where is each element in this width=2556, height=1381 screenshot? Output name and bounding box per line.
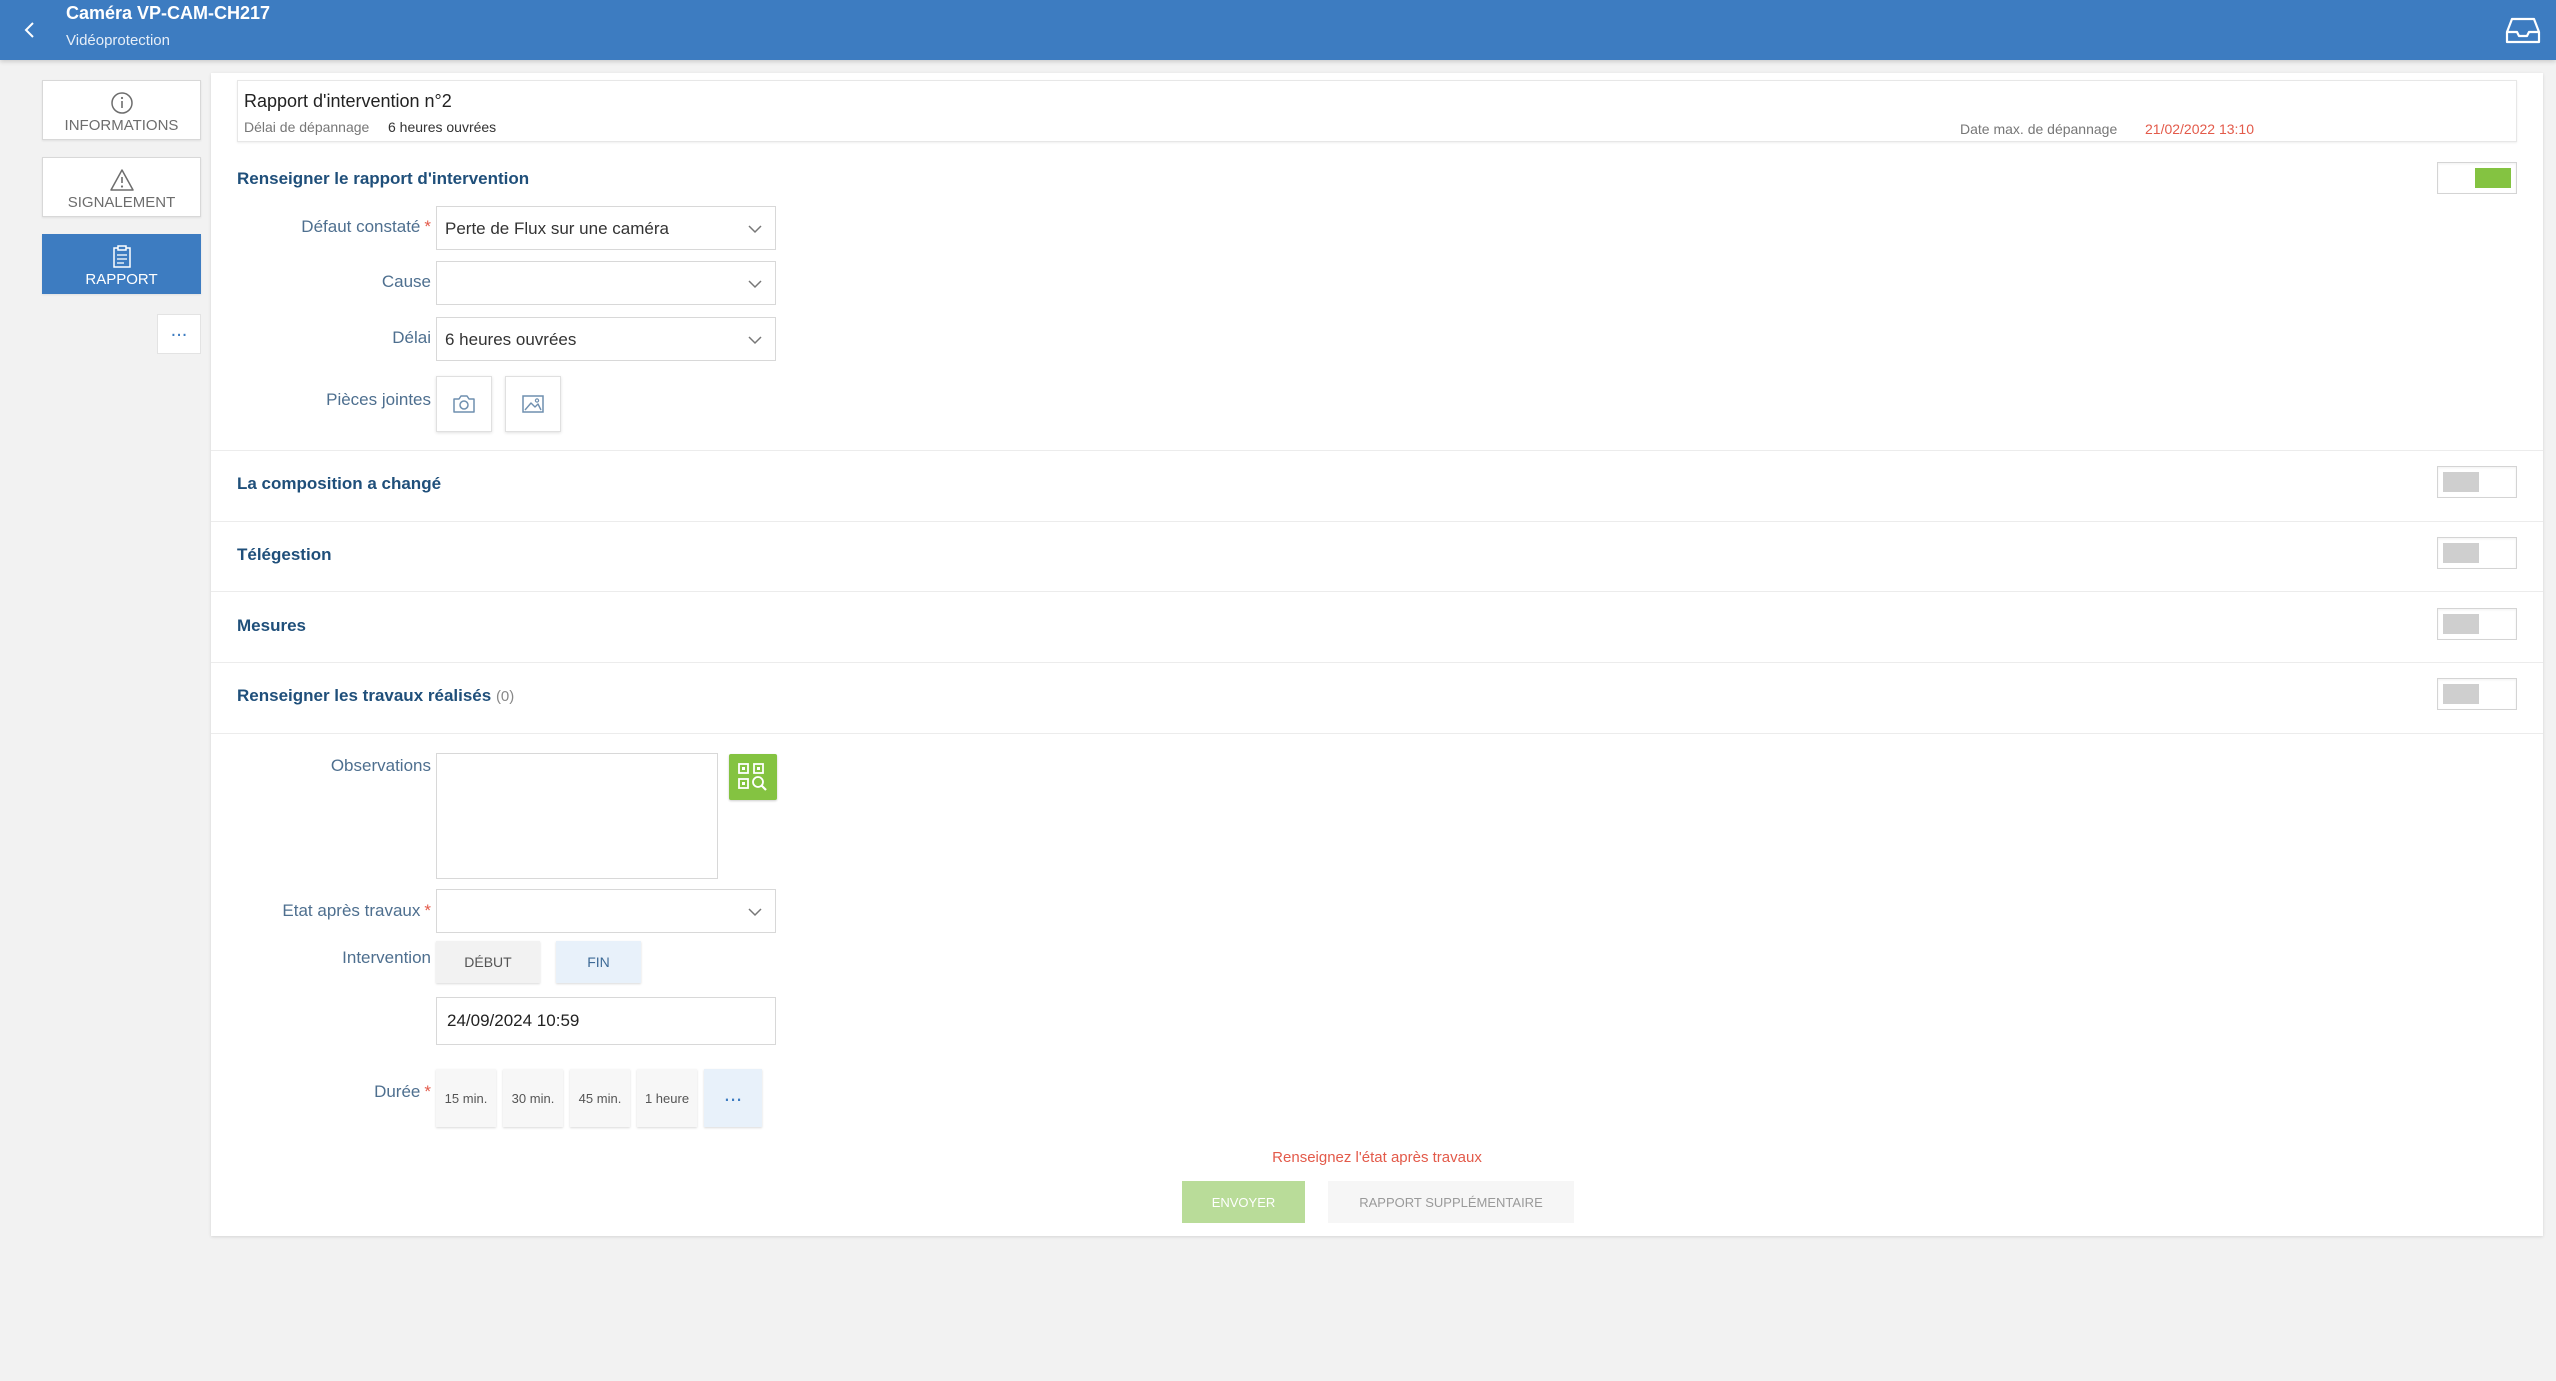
- camera-attach-button[interactable]: [436, 376, 492, 432]
- cause-select[interactable]: [436, 261, 776, 305]
- duration-30-button[interactable]: 30 min.: [503, 1069, 563, 1127]
- etat-label-text: Etat après travaux: [282, 901, 421, 920]
- chevron-left-icon: [24, 22, 34, 38]
- camera-icon: [453, 395, 475, 413]
- duration-more-button[interactable]: ...: [704, 1069, 762, 1127]
- nav-signalement-label: SIGNALEMENT: [67, 194, 176, 211]
- qr-scan-button[interactable]: [729, 754, 777, 800]
- defaut-select[interactable]: Perte de Flux sur une caméra: [436, 206, 776, 250]
- travaux-count: (0): [495, 688, 515, 705]
- delay-value: 6 heures ouvrées: [388, 119, 497, 135]
- section-fill-report-title: Renseigner le rapport d'intervention: [237, 169, 530, 188]
- qr-search-icon: [738, 763, 767, 791]
- page-title: Caméra VP-CAM-CH217: [66, 3, 271, 23]
- duration-15-button[interactable]: 15 min.: [436, 1069, 496, 1127]
- max-date-value: 21/02/2022 13:10: [2145, 121, 2254, 137]
- nav-informations[interactable]: INFORMATIONS: [42, 80, 201, 140]
- travaux-toggle[interactable]: [2437, 678, 2517, 710]
- validation-error-message: Renseignez l'état après travaux: [1272, 1149, 1482, 1166]
- toggle-knob: [2475, 168, 2511, 188]
- chevron-down-icon: [748, 336, 762, 345]
- divider: [211, 662, 2543, 663]
- pieces-label: Pièces jointes: [326, 390, 431, 409]
- defaut-value: Perte de Flux sur une caméra: [445, 219, 669, 238]
- warning-icon: [109, 169, 134, 191]
- delai-value: 6 heures ouvrées: [445, 330, 577, 349]
- report-panel: Rapport d'intervention n°2 Délai de dépa…: [211, 73, 2543, 1236]
- chevron-down-icon: [748, 908, 762, 917]
- intervention-datetime-value: 24/09/2024 10:59: [447, 1011, 580, 1030]
- section-composition-title: La composition a changé: [237, 474, 442, 493]
- delai-label: Délai: [392, 328, 431, 347]
- intervention-start-button[interactable]: DÉBUT: [436, 941, 540, 983]
- intervention-label: Intervention: [342, 948, 431, 967]
- nav-rapport-label: RAPPORT: [85, 271, 158, 288]
- toggle-knob: [2443, 472, 2479, 492]
- image-attach-button[interactable]: [505, 376, 561, 432]
- section-travaux-title: Renseigner les travaux réalisés (0): [237, 686, 514, 706]
- duree-label: Durée *: [211, 1082, 431, 1102]
- chevron-down-icon: [748, 280, 762, 289]
- telegestion-toggle[interactable]: [2437, 537, 2517, 569]
- required-mark: *: [424, 901, 431, 920]
- app-header: Caméra VP-CAM-CH217 Vidéoprotection: [0, 0, 2556, 60]
- nav-more-button[interactable]: ...: [157, 314, 201, 354]
- observations-label: Observations: [330, 756, 431, 775]
- observations-textarea[interactable]: [436, 753, 718, 879]
- defaut-label-text: Défaut constaté: [301, 217, 421, 236]
- send-button[interactable]: ENVOYER: [1182, 1181, 1305, 1223]
- toggle-knob: [2443, 684, 2479, 704]
- max-date-label: Date max. de dépannage: [1960, 121, 2118, 137]
- composition-toggle[interactable]: [2437, 466, 2517, 498]
- nav-rapport[interactable]: RAPPORT: [42, 234, 201, 294]
- duration-60-button[interactable]: 1 heure: [637, 1069, 697, 1127]
- back-button[interactable]: [14, 14, 46, 46]
- clipboard-icon: [112, 245, 131, 268]
- toggle-knob: [2443, 614, 2479, 634]
- defaut-label: Défaut constaté *: [211, 217, 431, 237]
- inbox-icon: [2505, 17, 2541, 44]
- duree-label-text: Durée: [374, 1082, 421, 1101]
- divider: [211, 733, 2543, 734]
- divider: [211, 521, 2543, 522]
- inbox-button[interactable]: [2504, 12, 2542, 48]
- extra-report-button[interactable]: RAPPORT SUPPLÉMENTAIRE: [1328, 1181, 1574, 1223]
- delay-label: Délai de dépannage: [244, 119, 370, 135]
- delai-select[interactable]: 6 heures ouvrées: [436, 317, 776, 361]
- etat-label: Etat après travaux *: [211, 901, 431, 921]
- divider: [211, 450, 2543, 451]
- chevron-down-icon: [748, 225, 762, 234]
- report-header-card: Rapport d'intervention n°2 Délai de dépa…: [237, 80, 2517, 142]
- required-mark: *: [424, 1082, 431, 1101]
- toggle-knob: [2443, 543, 2479, 563]
- mesures-toggle[interactable]: [2437, 608, 2517, 640]
- duration-45-button[interactable]: 45 min.: [570, 1069, 630, 1127]
- cause-label: Cause: [381, 272, 431, 291]
- divider: [211, 591, 2543, 592]
- fill-report-toggle[interactable]: [2437, 162, 2517, 194]
- required-mark: *: [424, 217, 431, 236]
- info-icon: [110, 92, 133, 114]
- image-icon: [522, 395, 544, 413]
- nav-signalement[interactable]: SIGNALEMENT: [42, 157, 201, 217]
- section-telegestion-title: Télégestion: [237, 545, 332, 564]
- intervention-datetime-input[interactable]: 24/09/2024 10:59: [436, 997, 776, 1045]
- intervention-end-button[interactable]: FIN: [556, 941, 641, 983]
- report-title: Rapport d'intervention n°2: [244, 91, 452, 111]
- section-travaux-label: Renseigner les travaux réalisés: [237, 686, 492, 705]
- section-mesures-title: Mesures: [237, 616, 306, 635]
- etat-select[interactable]: [436, 889, 776, 933]
- nav-informations-label: INFORMATIONS: [64, 117, 179, 134]
- page-subtitle: Vidéoprotection: [66, 32, 170, 49]
